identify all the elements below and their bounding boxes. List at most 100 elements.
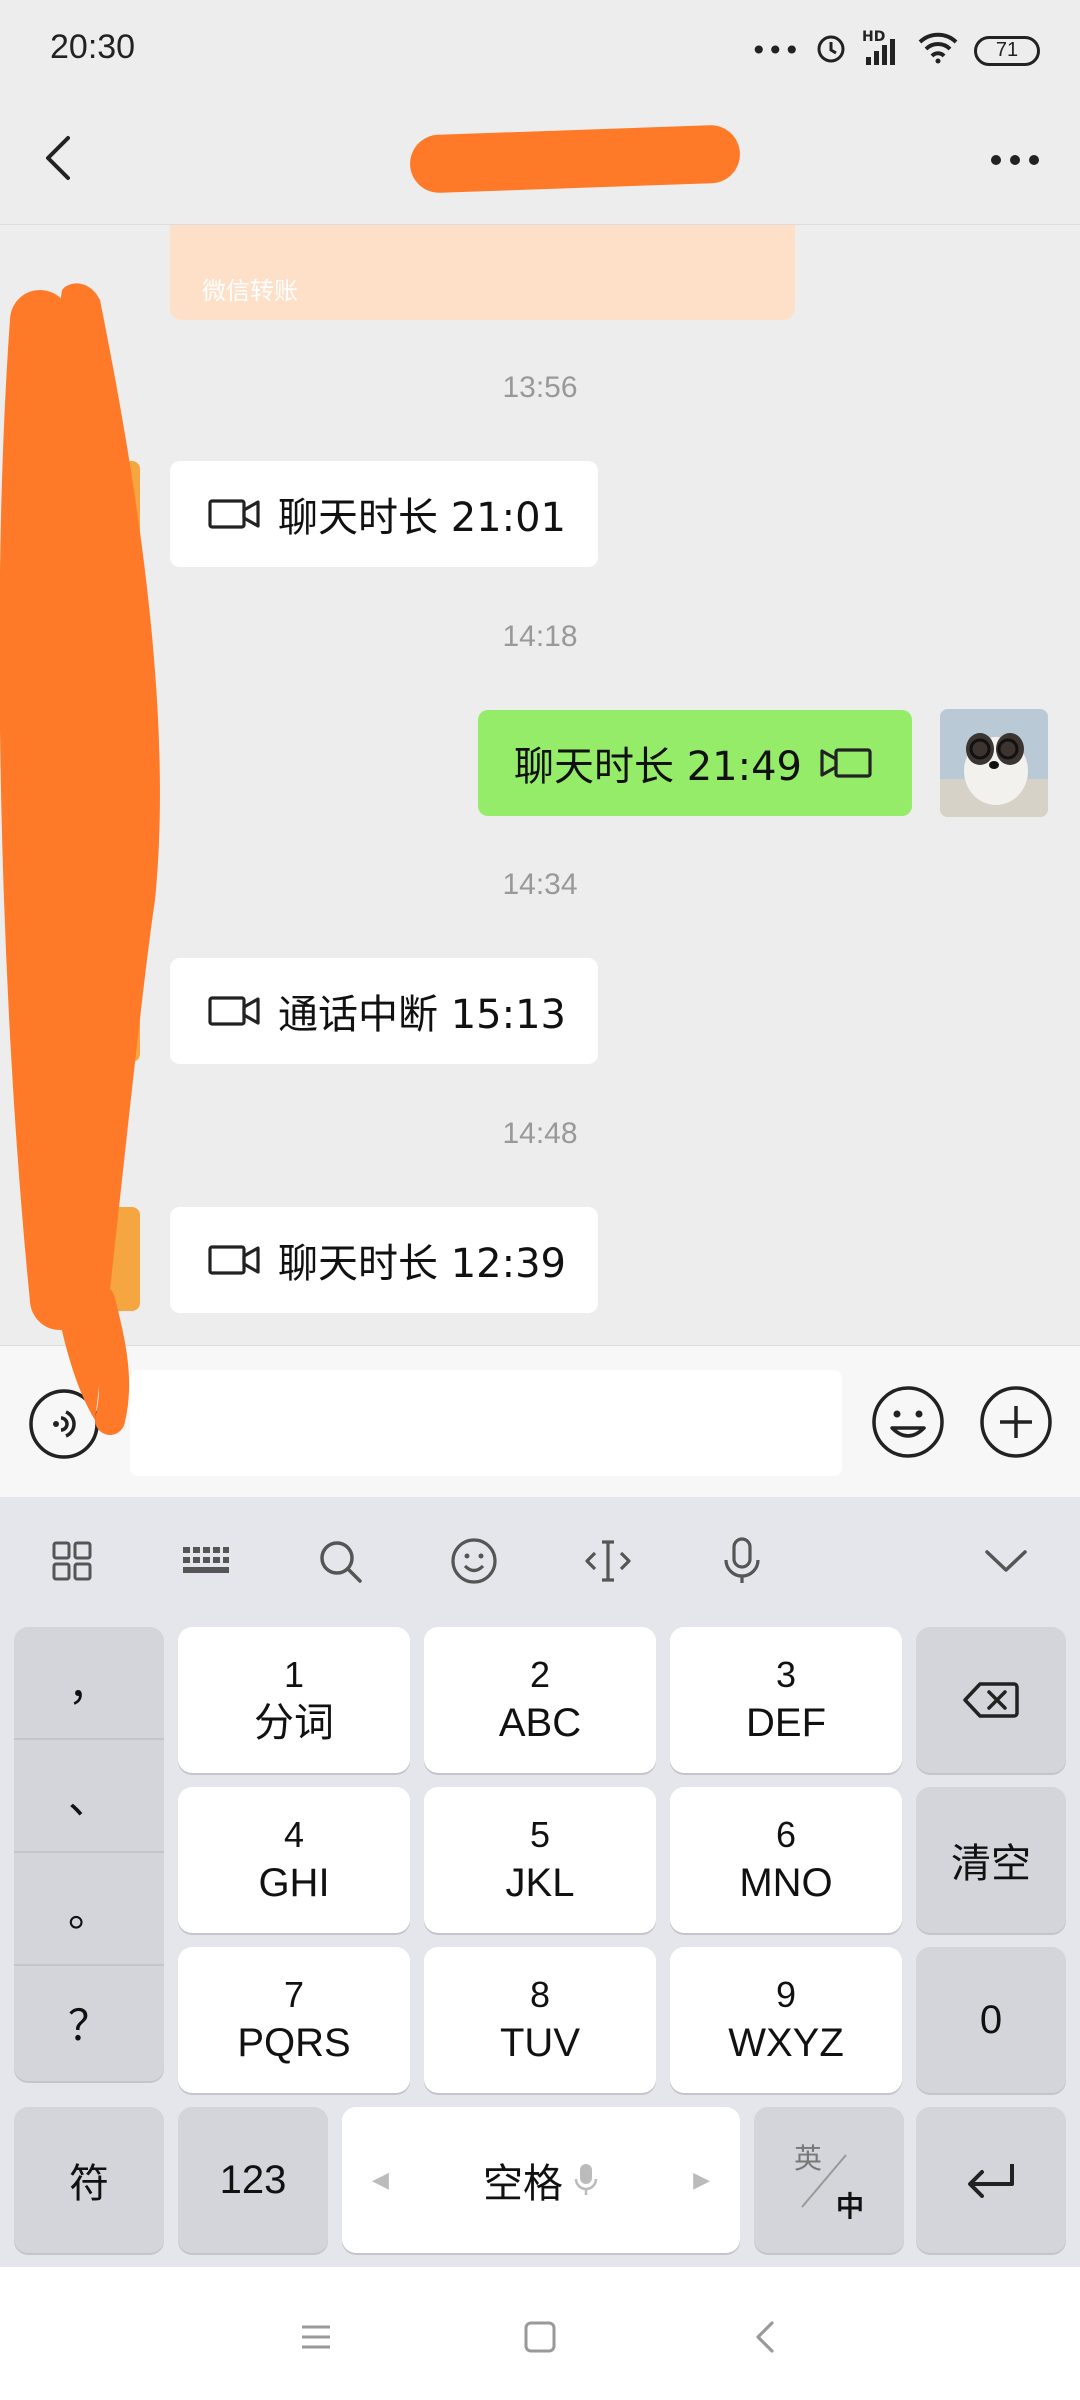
punct-key[interactable]: 、: [14, 1740, 164, 1853]
system-navigation-bar: [0, 2267, 1080, 2400]
mic-small-icon: [574, 2164, 598, 2195]
key-letters: JKL: [505, 1861, 575, 1905]
key-9[interactable]: 9 WXYZ: [670, 1947, 902, 2093]
key-number: 4: [283, 1814, 305, 1855]
symbols-key-label: 符: [69, 2162, 109, 2206]
right-arrow-icon: ▶: [693, 2167, 710, 2192]
video-call-icon: [820, 746, 872, 780]
mic-icon[interactable]: [712, 1531, 772, 1591]
key-3[interactable]: 3 DEF: [670, 1627, 902, 1773]
call-record-text: 聊天时长 21:49: [514, 744, 802, 790]
backspace-icon: [963, 1682, 1019, 1718]
menu-icon: [302, 2325, 330, 2349]
punct-key[interactable]: 。: [14, 1853, 164, 1966]
enter-key[interactable]: [916, 2107, 1066, 2253]
space-key[interactable]: ◀ 空格 ▶: [342, 2107, 740, 2253]
key-7[interactable]: 7 PQRS: [178, 1947, 410, 2093]
key-letters: 分词: [254, 1701, 334, 1745]
more-dots-icon: •••: [750, 34, 800, 67]
more-options-button[interactable]: [980, 130, 1050, 190]
call-record-text: 聊天时长 21:01: [278, 495, 566, 541]
smiley-icon: [872, 1386, 944, 1458]
key-6[interactable]: 6 MNO: [670, 1787, 902, 1933]
my-avatar[interactable]: [940, 709, 1048, 817]
symbols-key[interactable]: 符: [14, 2107, 164, 2253]
grid-icon[interactable]: [42, 1531, 102, 1591]
search-icon[interactable]: [310, 1531, 370, 1591]
home-square-icon: [524, 2321, 556, 2353]
punct-key[interactable]: ，: [14, 1627, 164, 1740]
key-letters: ABC: [498, 1701, 582, 1745]
key-letters: PQRS: [237, 2021, 351, 2065]
transfer-card[interactable]: 微信转账: [170, 225, 795, 320]
redacted-contact-name: [409, 124, 741, 194]
left-arrow-icon: ◀: [372, 2167, 389, 2192]
call-record-text: 通话中断 15:13: [278, 992, 566, 1038]
plus-circle-icon: [980, 1386, 1052, 1458]
backspace-key[interactable]: [916, 1627, 1066, 1773]
back-nav-button[interactable]: [736, 2307, 796, 2367]
key-number: 2: [529, 1654, 551, 1695]
punctuation-column[interactable]: ， 、 。 ？: [14, 1627, 164, 2081]
key-8[interactable]: 8 TUV: [424, 1947, 656, 2093]
redaction-scribble: [0, 283, 160, 1435]
key-number: 9: [775, 1974, 797, 2015]
video-call-icon: [208, 994, 260, 1028]
battery-indicator: 71: [974, 35, 1040, 66]
key-number: 3: [775, 1654, 797, 1695]
lang-chinese-label: 中: [836, 2191, 865, 2222]
transfer-label: 微信转账: [202, 277, 298, 305]
space-label-group: 空格: [483, 2151, 599, 2209]
zero-key-label: 0: [979, 1997, 1003, 2042]
signal-icon: HD: [862, 29, 902, 67]
key-letters: WXYZ: [728, 2021, 844, 2065]
punct-key[interactable]: ？: [14, 1966, 164, 2079]
video-call-icon: [208, 497, 260, 531]
key-letters: MNO: [739, 1861, 833, 1905]
enter-icon: [968, 2164, 1014, 2198]
network-type: HD: [862, 28, 886, 45]
key-number: 8: [529, 1974, 551, 2015]
keyboard-icon[interactable]: [176, 1531, 236, 1591]
emoji-button[interactable]: [870, 1384, 946, 1460]
slash-divider: [801, 2154, 847, 2208]
call-record-bubble[interactable]: 聊天时长 21:49: [478, 710, 912, 816]
home-nav-button[interactable]: [510, 2307, 570, 2367]
ime-keyboard: ， 、 。 ？ 1 分词 2 ABC 3 DEF 4 GHI 5 JKL 6 M…: [0, 1497, 1080, 2267]
emoji-icon[interactable]: [444, 1531, 504, 1591]
language-switch-key[interactable]: 英 中: [754, 2107, 904, 2253]
back-chevron-icon: [756, 2321, 774, 2353]
key-2[interactable]: 2 ABC: [424, 1627, 656, 1773]
numbers-key-label: 123: [219, 2157, 287, 2202]
key-number: 1: [283, 1654, 305, 1695]
menu-nav-button[interactable]: [286, 2307, 346, 2367]
status-icons: ••• HD 71: [750, 29, 1040, 71]
key-1[interactable]: 1 分词: [178, 1627, 410, 1773]
keyboard-toolbar: [0, 1497, 1080, 1627]
key-0[interactable]: 0: [916, 1947, 1066, 2093]
cursor-icon[interactable]: [578, 1531, 638, 1591]
key-letters: TUV: [500, 2021, 580, 2065]
call-record-bubble[interactable]: 聊天时长 12:39: [170, 1207, 598, 1313]
more-functions-button[interactable]: [978, 1384, 1054, 1460]
alarm-icon: [814, 30, 848, 71]
video-call-icon: [208, 1243, 260, 1277]
key-number: 7: [283, 1974, 305, 2015]
key-4[interactable]: 4 GHI: [178, 1787, 410, 1933]
key-letters: DEF: [746, 1701, 826, 1745]
collapse-keyboard-icon[interactable]: [976, 1531, 1036, 1591]
key-letters: GHI: [258, 1861, 330, 1905]
key-number: 5: [529, 1814, 551, 1855]
clear-key[interactable]: 清空: [916, 1787, 1066, 1933]
call-record-bubble[interactable]: 通话中断 15:13: [170, 958, 598, 1064]
space-key-content: ◀ 空格 ▶: [342, 2151, 740, 2209]
space-key-label: 空格: [483, 2162, 563, 2206]
numbers-key[interactable]: 123: [178, 2107, 328, 2253]
key-5[interactable]: 5 JKL: [424, 1787, 656, 1933]
clear-key-label: 清空: [951, 1842, 1031, 1886]
key-number: 6: [775, 1814, 797, 1855]
message-input[interactable]: [130, 1370, 842, 1476]
call-record-bubble[interactable]: 聊天时长 21:01: [170, 461, 598, 567]
more-icon: [991, 155, 1039, 165]
wifi-icon: [916, 30, 960, 71]
